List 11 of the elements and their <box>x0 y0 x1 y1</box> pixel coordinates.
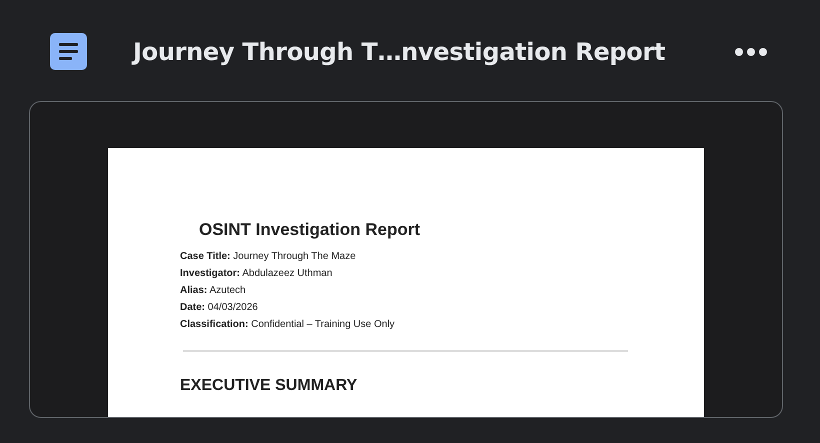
document-title: OSINT Investigation Report <box>199 219 422 241</box>
document-field: Date: 04/03/2026 <box>180 299 704 316</box>
more-options-button[interactable] <box>734 46 768 56</box>
preview-card[interactable]: OSINT Investigation Report Case Title: Journey Through The Maze Investigator: Abdulazeez Uthman Alias: Azutech Date: 04/03/2026 Classification: Confidential – Training Use Only EXECUTIVE SUMMARY <box>29 101 783 418</box>
document-field: Classification: Confidential – Training Use Only <box>180 316 704 333</box>
file-title: Journey Through T…nvestigation Report <box>133 38 666 66</box>
document-field: Investigator: Abdulazeez Uthman <box>180 265 704 282</box>
document-field: Case Title: Journey Through The Maze <box>180 248 704 265</box>
section-heading: EXECUTIVE SUMMARY <box>180 377 358 395</box>
document-field: Alias: Azutech <box>180 282 704 299</box>
document-icon <box>50 33 87 70</box>
